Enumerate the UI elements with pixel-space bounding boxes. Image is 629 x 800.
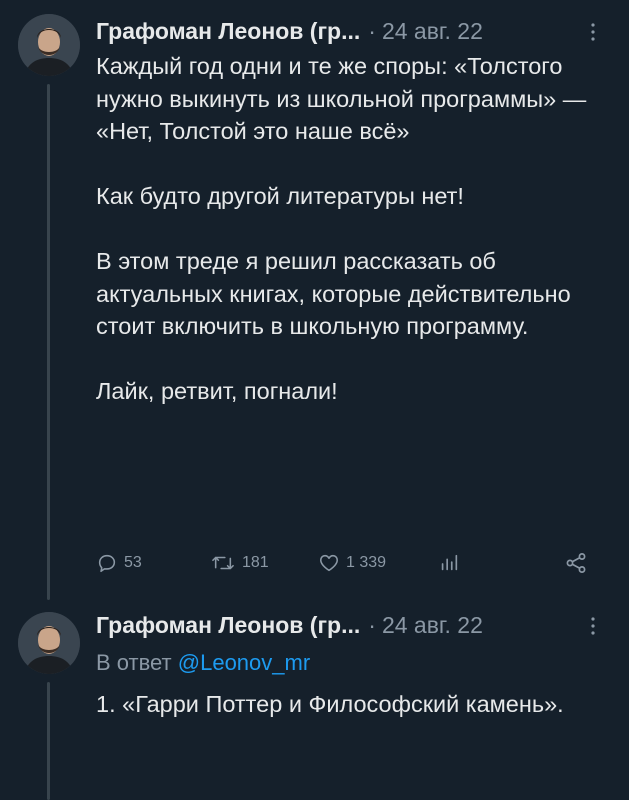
tweet[interactable]: Графоман Леонов (гр... · 24 авг. 22 Кажд…	[0, 0, 629, 600]
share-icon	[566, 553, 586, 573]
heart-icon	[319, 554, 339, 572]
reply-bubble-icon	[98, 554, 116, 573]
retweet-count: 181	[242, 554, 269, 571]
share-button[interactable]	[564, 548, 588, 578]
tweet-actions: 53 181 1 339	[96, 548, 601, 578]
tweet-header: Графоман Леонов (гр... · 24 авг. 22	[96, 610, 609, 640]
bar-chart-icon	[441, 554, 458, 571]
more-vertical-icon[interactable]	[581, 614, 605, 638]
tweet-paragraph: В этом треде я решил рассказать об актуа…	[96, 248, 571, 339]
tweet-text: 1. «Гарри Поттер и Философский камень».	[96, 688, 601, 721]
more-vertical-icon[interactable]	[581, 20, 605, 44]
avatar-portrait-icon	[18, 14, 80, 76]
tweet[interactable]: Графоман Леонов (гр... · 24 авг. 22 В от…	[0, 600, 629, 800]
reply-handle-link[interactable]: @Leonov_mr	[178, 650, 310, 675]
tweet-header: Графоман Леонов (гр... · 24 авг. 22	[96, 16, 609, 46]
tweet-paragraph: 1. «Гарри Поттер и Философский камень».	[96, 691, 564, 717]
like-button[interactable]: 1 339	[318, 548, 386, 578]
tweet-paragraph: Как будто другой литературы нет!	[96, 183, 464, 209]
retweet-button[interactable]: 181	[210, 548, 269, 578]
dot-separator: ·	[368, 17, 376, 44]
author-name[interactable]: Графоман Леонов (гр...	[96, 612, 360, 639]
author-name[interactable]: Графоман Леонов (гр...	[96, 18, 360, 45]
dot-separator: ·	[368, 611, 376, 638]
tweet-paragraph: Лайк, ретвит, погнали!	[96, 378, 338, 404]
tweet-date[interactable]: 24 авг. 22	[382, 18, 483, 45]
tweet-paragraph: Каждый год одни и те же споры: «Толстого…	[96, 53, 587, 144]
reply-prefix: В ответ	[96, 650, 172, 675]
tweet-date[interactable]: 24 авг. 22	[382, 612, 483, 639]
reply-count: 53	[124, 554, 142, 571]
avatar[interactable]	[18, 612, 80, 674]
tweet-text: Каждый год одни и те же споры: «Толстого…	[96, 50, 601, 408]
analytics-button[interactable]	[438, 548, 460, 578]
reply-button[interactable]: 53	[96, 548, 142, 578]
like-count: 1 339	[346, 554, 387, 571]
thread-line	[47, 682, 50, 800]
reply-context: В ответ @Leonov_mr	[96, 650, 310, 676]
avatar-portrait-icon	[18, 612, 80, 674]
thread-line	[47, 84, 50, 600]
avatar[interactable]	[18, 14, 80, 76]
retweet-icon	[212, 556, 234, 570]
